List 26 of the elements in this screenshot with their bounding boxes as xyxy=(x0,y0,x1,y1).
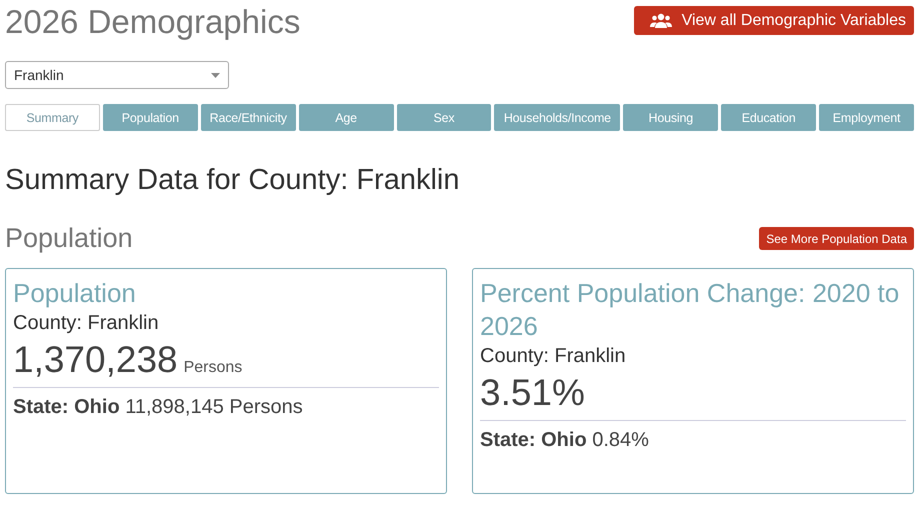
state-value: State: Ohio 0.84% xyxy=(480,429,650,452)
tab[interactable]: Summary xyxy=(5,104,100,131)
unit-label: Persons xyxy=(184,359,242,377)
county-label: County: Franklin xyxy=(480,345,627,368)
section-title: Population xyxy=(5,223,133,254)
people-icon xyxy=(650,12,672,28)
summary-heading: Summary Data for County: Franklin xyxy=(5,163,460,197)
page-title: 2026 Demographics xyxy=(5,4,300,40)
view-variables-button[interactable]: View all Demographic Variables xyxy=(634,6,914,35)
stat-value: 3.51% xyxy=(480,372,585,414)
tab[interactable]: Housing xyxy=(623,104,718,131)
state-value: State: Ohio 11,898,145 Persons xyxy=(13,396,304,419)
tab[interactable]: Race/Ethnicity xyxy=(200,104,296,131)
tab[interactable]: Education xyxy=(721,104,816,131)
caret-icon xyxy=(211,72,220,78)
stat-value: 1,370,238 xyxy=(13,339,178,381)
tab[interactable]: Employment xyxy=(819,104,914,131)
card-title: Percent Population Change: 2020 to 2026 xyxy=(480,277,900,343)
tab[interactable]: Population xyxy=(102,104,198,131)
county-label: County: Franklin xyxy=(13,312,160,335)
tab[interactable]: Households/Income xyxy=(494,104,620,131)
card-title: Population xyxy=(13,277,137,310)
see-more-button[interactable]: See More Population Data xyxy=(759,227,914,250)
county-select[interactable]: Franklin xyxy=(5,61,229,89)
tab[interactable]: Age xyxy=(298,104,394,131)
tab[interactable]: Sex xyxy=(396,104,492,131)
